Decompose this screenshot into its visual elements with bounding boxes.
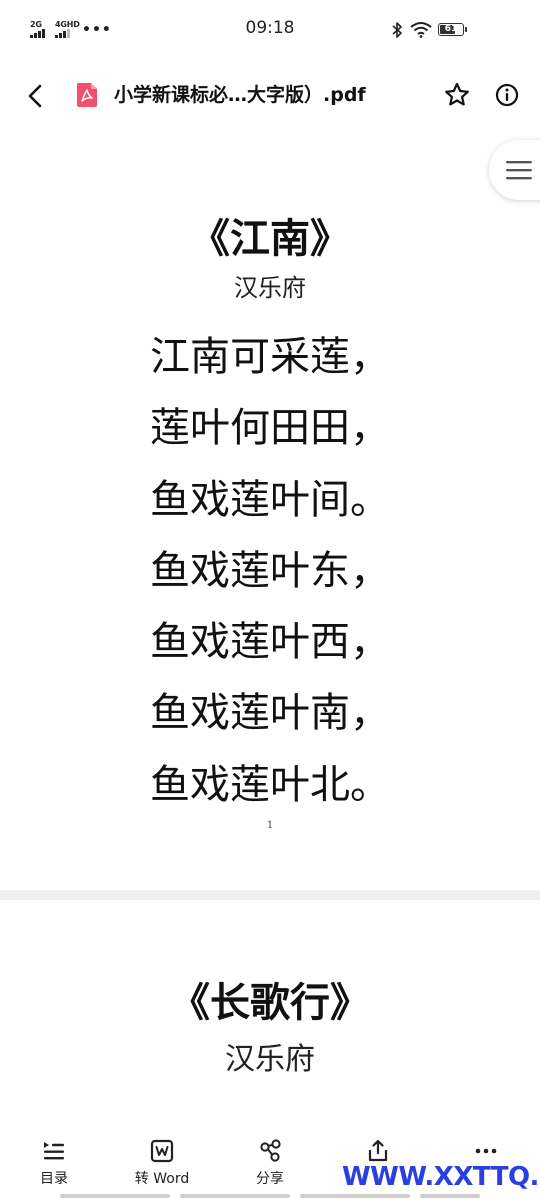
convert-word-button[interactable]: 转 Word: [108, 1138, 216, 1196]
back-button[interactable]: [20, 80, 52, 112]
poem-line: 莲叶何田田，: [150, 405, 390, 451]
poem-title: 《长歌行》: [170, 979, 370, 1026]
watermark-text: WWW.XXTTQ.COM: [342, 1162, 540, 1192]
file-title: 小学新课标必…大字版）.pdf: [114, 84, 366, 106]
battery-tip: [465, 27, 467, 32]
menu-lines-icon: [506, 161, 532, 180]
info-icon: [495, 83, 519, 107]
poem-line: 鱼戏莲叶西，: [150, 619, 390, 665]
pdf-reader-screen: 2G 4GHD ••• 09:18 61 小学新课标必…大字版）.pdf 《江南…: [0, 0, 540, 1200]
battery-icon: 61: [438, 23, 464, 36]
pdf-page-1: 《江南》 汉乐府 江南可采莲， 莲叶何田田， 鱼戏莲叶间。 鱼戏莲叶东， 鱼戏莲…: [0, 130, 540, 890]
toc-button[interactable]: 目录: [0, 1138, 108, 1196]
page-number: 1: [266, 820, 274, 831]
pdf-file-icon: [75, 82, 99, 108]
more-icon: [475, 1148, 497, 1154]
toolbar-label-toc: 目录: [40, 1171, 68, 1187]
poem-title: 《江南》: [190, 215, 350, 262]
outline-float-button[interactable]: [489, 140, 540, 200]
poem-line: 鱼戏莲叶南，: [150, 690, 390, 736]
export-icon: [368, 1139, 388, 1162]
page-separator: [0, 890, 540, 900]
home-indicator: [300, 1194, 410, 1198]
pdf-page-2: 《长歌行》 汉乐府: [0, 900, 540, 1130]
convert-word-icon: [150, 1139, 174, 1163]
poem-line: 江南可采莲，: [150, 334, 390, 380]
wifi-icon: [410, 22, 432, 38]
poem-author: 汉乐府: [225, 1042, 315, 1077]
home-indicator: [60, 1194, 170, 1198]
poem-line: 鱼戏莲叶北。: [150, 762, 390, 808]
share-nodes-icon: [260, 1139, 281, 1162]
poem-line: 鱼戏莲叶东，: [150, 548, 390, 594]
toolbar-label-share: 分享: [256, 1171, 284, 1187]
home-indicator: [180, 1194, 290, 1198]
share-button[interactable]: 分享: [216, 1138, 324, 1196]
app-bar: 小学新课标必…大字版）.pdf: [0, 60, 540, 130]
poem-author: 汉乐府: [234, 274, 306, 302]
status-bar: 2G 4GHD ••• 09:18 61: [0, 0, 540, 60]
chevron-left-icon: [28, 84, 42, 108]
star-icon: [445, 82, 469, 106]
favorite-button[interactable]: [442, 80, 472, 110]
list-icon: [44, 1142, 64, 1160]
bluetooth-icon: [392, 22, 402, 38]
home-indicator: [420, 1194, 480, 1198]
poem-line: 鱼戏莲叶间。: [150, 477, 390, 523]
toolbar-label-convert-word: 转 Word: [134, 1171, 190, 1187]
battery-level-text: 61: [444, 24, 458, 34]
info-button[interactable]: [492, 80, 522, 110]
